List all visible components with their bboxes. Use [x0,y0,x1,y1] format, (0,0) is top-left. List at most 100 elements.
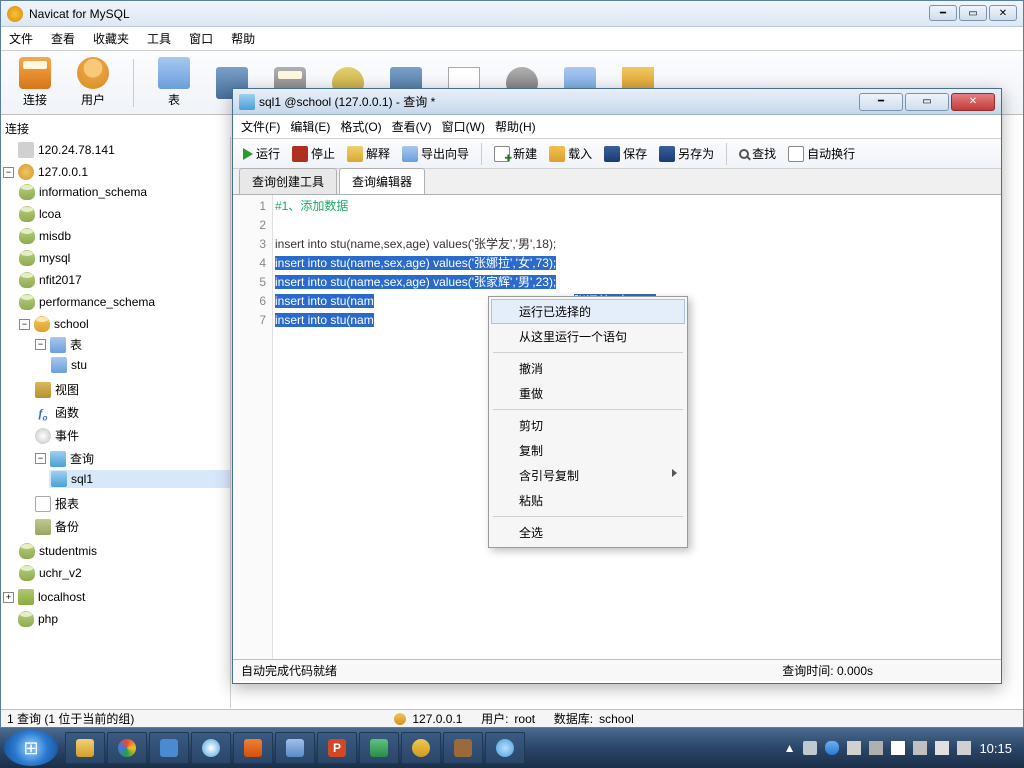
db-php[interactable]: php [1,610,230,628]
task-app6[interactable] [401,732,441,764]
task-app4[interactable] [275,732,315,764]
task-powerpoint[interactable]: P [317,732,357,764]
task-app3[interactable] [233,732,273,764]
ctx-select-all[interactable]: 全选 [491,520,685,545]
tray-app-icon[interactable] [847,741,861,755]
tray-vol-icon[interactable] [957,741,971,755]
child-status-bar: 自动完成代码就绪 查询时间: 0.000s [233,659,1001,681]
menu-help[interactable]: 帮助 [231,30,255,47]
task-app8[interactable] [485,732,525,764]
ctx-run-selected[interactable]: 运行已选择的 [491,299,685,324]
user-button[interactable]: 用户 [67,57,119,108]
explain-button[interactable]: 解释 [343,144,394,163]
task-app2[interactable] [191,732,231,764]
task-explorer[interactable] [65,732,105,764]
tray-up-icon[interactable]: ▲ [784,741,796,755]
tray-net-icon[interactable] [913,741,927,755]
start-button[interactable]: ⊞ [4,730,58,766]
tray-action-icon[interactable] [935,741,949,755]
task-app5[interactable] [359,732,399,764]
db-misdb[interactable]: misdb [17,227,230,245]
task-app1[interactable] [149,732,189,764]
db-mysql[interactable]: mysql [17,249,230,267]
query-sql1[interactable]: sql1 [49,470,230,488]
main-minimize-button[interactable]: ━ [929,5,957,21]
new-button[interactable]: 新建 [490,144,541,163]
tray-clock[interactable]: 10:15 [979,741,1012,756]
school-events[interactable]: 事件 [33,426,230,445]
main-close-button[interactable]: ✕ [989,5,1017,21]
school-backup[interactable]: 备份 [33,517,230,536]
separator [481,143,482,165]
child-maximize-button[interactable]: ▭ [905,93,949,111]
windows-taskbar: ⊞ P ▲ 10:15 [0,728,1024,768]
db-performance-schema[interactable]: performance_schema [17,293,230,311]
stop-button[interactable]: 停止 [288,144,339,163]
tray-flag-icon[interactable] [891,741,905,755]
find-button[interactable]: 查找 [735,144,780,163]
db-uchr-v2[interactable]: uchr_v2 [17,564,230,582]
submenu-arrow-icon [672,469,677,477]
ctx-undo[interactable]: 撤消 [491,356,685,381]
cmenu-window[interactable]: 窗口(W) [442,118,485,135]
ctx-copy-quoted[interactable]: 含引号复制 [491,463,685,488]
save-button[interactable]: 保存 [600,144,651,163]
school-functions[interactable]: fo函数 [33,403,230,422]
load-button[interactable]: 载入 [545,144,596,163]
tray-shield-icon[interactable] [825,741,839,755]
child-tabs: 查询创建工具 查询编辑器 [233,169,1001,195]
ctx-run-statement[interactable]: 从这里运行一个语句 [491,324,685,349]
tab-query-editor[interactable]: 查询编辑器 [339,168,425,194]
server-localhost[interactable]: +localhost [1,588,230,606]
tray-keyboard-icon[interactable] [803,741,817,755]
ctx-cut[interactable]: 剪切 [491,413,685,438]
db-studentmis[interactable]: studentmis [17,542,230,560]
cmenu-format[interactable]: 格式(O) [340,118,381,135]
main-maximize-button[interactable]: ▭ [959,5,987,21]
task-app7[interactable] [443,732,483,764]
separator [493,409,683,410]
school-reports[interactable]: 报表 [33,494,230,513]
task-chrome[interactable] [107,732,147,764]
cmenu-file[interactable]: 文件(F) [241,118,280,135]
table-button[interactable]: 表 [148,57,200,108]
db-nfit2017[interactable]: nfit2017 [17,271,230,289]
db-lcoa[interactable]: lcoa [17,205,230,223]
tray-app2-icon[interactable] [869,741,883,755]
cmenu-help[interactable]: 帮助(H) [495,118,536,135]
child-close-button[interactable]: ✕ [951,93,995,111]
server-local[interactable]: −127.0.0.1 [1,163,230,181]
connections-tree[interactable]: 120.24.78.141 −127.0.0.1 information_sch… [1,137,231,708]
run-button[interactable]: 运行 [239,144,284,163]
server-remote[interactable]: 120.24.78.141 [1,141,230,159]
status-db: school [599,712,634,726]
menu-view[interactable]: 查看 [51,30,75,47]
ctx-paste[interactable]: 粘贴 [491,488,685,513]
ctx-copy[interactable]: 复制 [491,438,685,463]
menu-file[interactable]: 文件 [9,30,33,47]
table-stu[interactable]: stu [49,356,230,374]
ctx-redo[interactable]: 重做 [491,381,685,406]
menu-favorites[interactable]: 收藏夹 [93,30,129,47]
saveas-button[interactable]: 另存为 [655,144,718,163]
menu-window[interactable]: 窗口 [189,30,213,47]
school-queries[interactable]: −查询 [33,449,230,468]
cmenu-view[interactable]: 查看(V) [392,118,432,135]
cmenu-edit[interactable]: 编辑(E) [290,118,330,135]
menu-tools[interactable]: 工具 [147,30,171,47]
db-information-schema[interactable]: information_schema [17,183,230,201]
connect-button[interactable]: 连接 [9,57,61,108]
wrap-button[interactable]: 自动换行 [784,144,859,163]
status-user: root [514,712,535,726]
main-titlebar: Navicat for MySQL ━ ▭ ✕ [1,1,1023,27]
school-tables[interactable]: −表 [33,335,230,354]
child-minimize-button[interactable]: ━ [859,93,903,111]
app-title: Navicat for MySQL [29,7,1017,21]
school-views[interactable]: 视图 [33,380,230,399]
main-status-bar: 1 查询 (1 位于当前的组) 127.0.0.1 用户: root 数据库: … [1,709,1023,727]
child-toolbar: 运行 停止 解释 导出向导 新建 载入 保存 另存为 查找 自动换行 [233,139,1001,169]
tab-query-builder[interactable]: 查询创建工具 [239,168,337,194]
status-db-label: 数据库: [554,710,593,727]
export-wizard-button[interactable]: 导出向导 [398,144,473,163]
db-school[interactable]: −school [17,315,230,333]
